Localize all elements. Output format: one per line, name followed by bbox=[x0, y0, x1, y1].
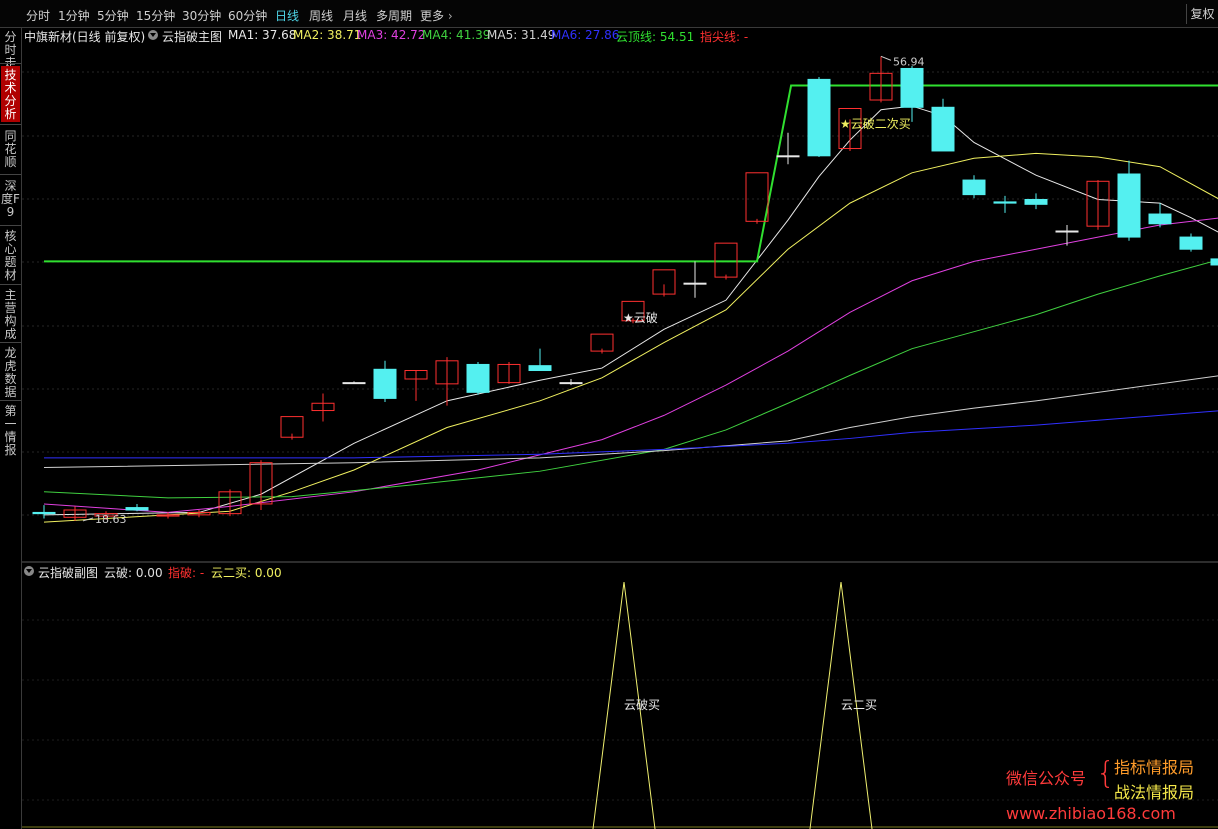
candle-body bbox=[373, 368, 397, 399]
period-monthly[interactable]: 月线 bbox=[343, 7, 367, 24]
candle-body bbox=[931, 106, 955, 152]
candle-body bbox=[559, 382, 583, 385]
period-daily[interactable]: 日线 bbox=[275, 7, 299, 24]
candle-body bbox=[125, 507, 149, 511]
cloud-top-line bbox=[44, 84, 1218, 263]
high-price-label: 56.94 bbox=[893, 55, 925, 68]
divider bbox=[0, 63, 21, 64]
period-multi[interactable]: 多周期 bbox=[376, 7, 412, 24]
candle-body bbox=[993, 201, 1017, 204]
fuquan-button[interactable]: 复权 bbox=[1186, 4, 1218, 24]
period-weekly[interactable]: 周线 bbox=[309, 7, 333, 24]
kline-chart[interactable]: 56.94 18.63 ★云破 ★云破二次买云破买 云二买 bbox=[22, 28, 1218, 829]
sidebar-tab-intel[interactable]: 第一情报 bbox=[1, 402, 20, 458]
candle-body bbox=[466, 363, 490, 393]
candle-body bbox=[32, 511, 56, 515]
period-5min[interactable]: 5分钟 bbox=[97, 7, 129, 24]
candle-body bbox=[807, 78, 831, 157]
yun-ermai-annotation: ★云破二次买 bbox=[840, 116, 911, 131]
watermark-url: www.zhibiao168.com bbox=[1006, 804, 1176, 823]
candle-body bbox=[1055, 230, 1079, 233]
candle-body bbox=[962, 179, 986, 196]
candle-body bbox=[1210, 258, 1218, 266]
high-marker bbox=[880, 55, 892, 61]
sidebar: 分时走势 技术分析 同花顺 深度F9 核心题材 主营构成 龙虎数据 第一情报 bbox=[0, 28, 22, 829]
sidebar-tab-f9[interactable]: 深度F9 bbox=[1, 177, 20, 221]
watermark-wechat: 微信公众号 bbox=[1006, 769, 1087, 788]
sidebar-tab-business[interactable]: 主营构成 bbox=[1, 286, 20, 342]
divider bbox=[0, 284, 21, 285]
sidebar-tab-theme[interactable]: 核心题材 bbox=[1, 227, 20, 283]
watermark-name2: 战法情报局 bbox=[1114, 783, 1195, 802]
candle-body bbox=[900, 67, 924, 108]
ma-line-ma4 bbox=[43, 259, 1218, 499]
sidebar-tab-technical[interactable]: 技术分析 bbox=[1, 66, 20, 122]
period-fenshi[interactable]: 分时 bbox=[26, 7, 50, 24]
watermark-brace: { bbox=[1096, 756, 1116, 791]
yunpo-annotation: ★云破 bbox=[623, 310, 658, 325]
watermark: 微信公众号 { 指标情报局 战法情报局 www.zhibiao168.com bbox=[1004, 752, 1218, 829]
ma-line-ma6 bbox=[44, 410, 1218, 459]
watermark-name1: 指标情报局 bbox=[1114, 758, 1195, 777]
candle-body bbox=[1179, 236, 1203, 250]
candle-body bbox=[1117, 173, 1141, 238]
period-30min[interactable]: 30分钟 bbox=[182, 7, 221, 24]
period-toolbar: 分时 1分钟 5分钟 15分钟 30分钟 60分钟 日线 周线 月线 多周期 更… bbox=[0, 0, 1218, 28]
sidebar-tab-tonghuashun[interactable]: 同花顺 bbox=[1, 127, 20, 171]
candle-body bbox=[714, 242, 738, 278]
candle-body bbox=[683, 282, 707, 285]
candle-body bbox=[590, 333, 614, 352]
divider bbox=[0, 225, 21, 226]
period-15min[interactable]: 15分钟 bbox=[136, 7, 175, 24]
divider bbox=[0, 124, 21, 125]
period-1min[interactable]: 1分钟 bbox=[58, 7, 90, 24]
ma-line-ma2 bbox=[43, 152, 1218, 523]
ma-line-ma5 bbox=[43, 375, 1218, 469]
yunpo-buy-label: 云破买 bbox=[624, 697, 660, 712]
sidebar-tab-longhu[interactable]: 龙虎数据 bbox=[1, 344, 20, 400]
period-more-label: 更多 bbox=[420, 9, 445, 23]
sidebar-tab-fenshi[interactable]: 分时走势 bbox=[1, 28, 20, 83]
yun-ermai-label: 云二买 bbox=[841, 698, 877, 712]
period-more[interactable]: 更多 › bbox=[420, 7, 453, 24]
divider bbox=[0, 174, 21, 175]
candle-body bbox=[342, 382, 366, 385]
candle-body bbox=[1024, 198, 1048, 205]
divider bbox=[0, 342, 21, 343]
candle-body bbox=[745, 172, 769, 222]
chevron-right-icon: › bbox=[447, 9, 453, 23]
candle-body bbox=[1148, 213, 1172, 225]
divider bbox=[0, 400, 21, 401]
low-price-label: 18.63 bbox=[95, 513, 127, 526]
candle-body bbox=[776, 155, 800, 158]
candle-body bbox=[528, 365, 552, 372]
period-60min[interactable]: 60分钟 bbox=[228, 7, 267, 24]
